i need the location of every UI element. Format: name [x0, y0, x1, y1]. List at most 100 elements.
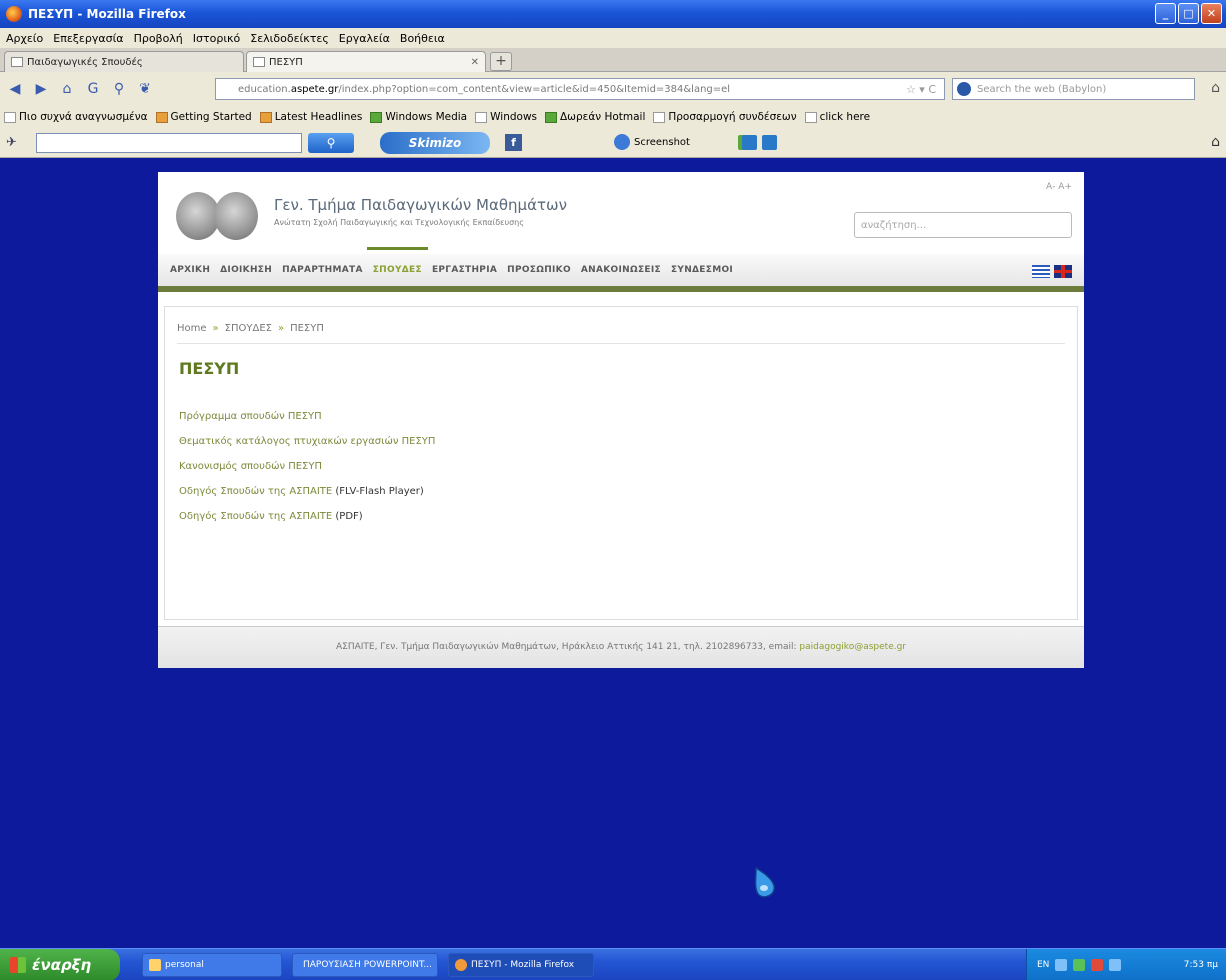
nav-staff[interactable]: ΠΡΟΣΩΠΙΚΟ [507, 265, 571, 275]
window-controls: _ □ ✕ [1155, 3, 1222, 24]
article-content: Home » ΣΠΟΥΔΕΣ » ΠΕΣΥΠ ΠΕΣΥΠ Πρόγραμμα σ… [164, 306, 1078, 620]
start-label: έναρξη [32, 956, 92, 974]
toolbar-home-icon[interactable]: ⌂ [1211, 134, 1220, 150]
bookmark-most-visited[interactable]: Πιο συχνά αναγνωσμένα [4, 111, 148, 123]
bookmark-latest-headlines[interactable]: Latest Headlines [259, 111, 362, 123]
taskbar-item-folder[interactable]: personal [142, 953, 282, 977]
url-domain: aspete.gr [290, 83, 339, 95]
home-icon[interactable]: ⌂ [1211, 80, 1220, 96]
link-study-program[interactable]: Πρόγραμμα σπουδών ΠΕΣΥΠ [179, 411, 435, 422]
menu-bookmarks[interactable]: Σελιδοδείκτες [250, 32, 329, 45]
link-study-regulations[interactable]: Κανονισμός σπουδών ΠΕΣΥΠ [179, 461, 435, 472]
toolbar-logo-icon[interactable]: ✈ [6, 135, 17, 150]
window-title: ΠΕΣΥΠ - Mozilla Firefox [28, 7, 186, 21]
nav-studies[interactable]: ΣΠΟΥΔΕΣ [366, 247, 429, 275]
language-indicator[interactable]: EN [1037, 960, 1049, 970]
taskbar-item-firefox[interactable]: ΠΕΣΥΠ - Mozilla Firefox [448, 953, 594, 977]
forward-arrow-icon[interactable]: ▶ [30, 78, 52, 100]
footer-email-link[interactable]: paidagogiko@aspete.gr [799, 642, 906, 652]
nav-home[interactable]: ΑΡΧΙΚΗ [170, 265, 210, 275]
nav-branches[interactable]: ΠΑΡΑΡΤΗΜΑΤΑ [282, 265, 363, 275]
web-search-placeholder: Search the web (Babylon) [977, 83, 1107, 95]
windows-logo-icon [10, 957, 26, 973]
breadcrumb-separator: » [277, 323, 285, 334]
nav-administration[interactable]: ΔΙΟΙΚΗΣΗ [220, 265, 272, 275]
breadcrumb-separator: » [212, 323, 219, 334]
volume-icon[interactable] [1109, 959, 1122, 971]
site-subtitle: Ανώτατη Σχολή Παιδαγωγικής και Τεχνολογι… [274, 218, 524, 227]
addon-toolbar: ✈ ⚲ Skimizo f Screenshot ⌂ [0, 128, 1226, 158]
web-search-field[interactable]: Search the web (Babylon) [952, 78, 1195, 100]
taskbar-item-powerpoint[interactable]: ΠΑΡΟΥΣΙΑΣΗ POWERPOINT... [292, 953, 438, 977]
skimizo-button[interactable]: Skimizo [380, 132, 490, 154]
link-study-guide-flv[interactable]: Οδηγός Σπουδών της ΑΣΠΑΙΤΕ (FLV-Flash Pl… [179, 486, 435, 497]
breadcrumb-home[interactable]: Home [177, 323, 207, 334]
bookmark-customize-links[interactable]: Προσαρμογή συνδέσεων [653, 111, 797, 123]
bookmark-windows[interactable]: Windows [475, 111, 537, 123]
bookmark-windows-media[interactable]: Windows Media [370, 111, 467, 123]
site-search-input[interactable]: αναζήτηση... [854, 212, 1072, 238]
aspete-logo[interactable] [176, 192, 260, 240]
leaf-icon[interactable]: ❦ [134, 78, 156, 100]
twitter-icon[interactable] [742, 135, 757, 150]
close-button[interactable]: ✕ [1201, 3, 1222, 24]
security-icon[interactable] [1073, 959, 1086, 971]
font-size-controls[interactable]: Α- Α+ [1046, 182, 1072, 192]
bookmark-click-here[interactable]: click here [804, 111, 870, 123]
breadcrumb-studies[interactable]: ΣΠΟΥΔΕΣ [225, 323, 272, 334]
network-icon[interactable] [1055, 959, 1068, 971]
screenshot-icon [614, 134, 630, 150]
bookmark-hotmail[interactable]: Δωρεάν Hotmail [545, 111, 645, 123]
firefox-icon [6, 6, 22, 22]
screenshot-button[interactable]: Screenshot [614, 134, 690, 150]
facebook-icon[interactable]: f [505, 134, 522, 151]
divider [177, 343, 1065, 344]
home-small-icon[interactable]: ⌂ [56, 78, 78, 100]
menu-history[interactable]: Ιστορικό [193, 32, 241, 45]
link-thesis-catalog[interactable]: Θεματικός κατάλογος πτυχιακών εργασιών Π… [179, 436, 435, 447]
bookmarks-toolbar: Πιο συχνά αναγνωσμένα Getting Started La… [0, 106, 1226, 128]
tab-paidagogikes[interactable]: Παιδαγωγικές Σπουδές [4, 51, 244, 72]
minimize-button[interactable]: _ [1155, 3, 1176, 24]
antivirus-icon[interactable] [1091, 959, 1104, 971]
toolbar-search-input[interactable] [36, 133, 302, 153]
tab-bar: Παιδαγωγικές Σπουδές ΠΕΣΥΠ ✕ + [0, 48, 1226, 72]
new-tab-button[interactable]: + [490, 52, 512, 71]
nav-links[interactable]: ΣΥΝΔΕΣΜΟΙ [671, 265, 733, 275]
tab-pesyp[interactable]: ΠΕΣΥΠ ✕ [246, 51, 486, 72]
google-icon[interactable]: G [82, 78, 104, 100]
menu-file[interactable]: Αρχείο [6, 32, 43, 45]
menu-view[interactable]: Προβολή [134, 32, 183, 45]
tab-label: Παιδαγωγικές Σπουδές [27, 56, 143, 68]
linkedin-icon[interactable] [762, 135, 777, 150]
tab-label: ΠΕΣΥΠ [269, 56, 303, 68]
magnifier-icon[interactable]: ⚲ [108, 78, 130, 100]
url-prefix: education. [238, 83, 291, 95]
greek-flag-icon[interactable] [1032, 265, 1050, 278]
nav-announcements[interactable]: ΑΝΑΚΟΙΝΩΣΕΙΣ [581, 265, 661, 275]
document-links: Πρόγραμμα σπουδών ΠΕΣΥΠ Θεματικός κατάλο… [179, 411, 435, 522]
site-search-placeholder: αναζήτηση... [861, 219, 927, 231]
nav-labs[interactable]: ΕΡΓΑΣΤΗΡΙΑ [432, 265, 497, 275]
site-title: Γεν. Τμήμα Παιδαγωγικών Μαθημάτων [274, 196, 567, 214]
language-flags [1032, 265, 1072, 278]
tab-close-icon[interactable]: ✕ [471, 57, 479, 68]
menu-tools[interactable]: Εργαλεία [339, 32, 390, 45]
menu-help[interactable]: Βοήθεια [400, 32, 445, 45]
menu-edit[interactable]: Επεξεργασία [53, 32, 123, 45]
maximize-button[interactable]: □ [1178, 3, 1199, 24]
link-study-guide-pdf[interactable]: Οδηγός Σπουδών της ΑΣΠΑΙΤΕ (PDF) [179, 511, 435, 522]
bookmark-getting-started[interactable]: Getting Started [155, 111, 252, 123]
search-engine-icon[interactable] [957, 82, 971, 96]
footer-address: ΑΣΠΑΙΤΕ, Γεν. Τμήμα Παιδαγωγικών Μαθημάτ… [335, 642, 797, 652]
start-button[interactable]: έναρξη [0, 949, 120, 980]
windows-taskbar: έναρξη personal ΠΑΡΟΥΣΙΑΣΗ POWERPOINT...… [0, 948, 1226, 980]
uk-flag-icon[interactable] [1054, 265, 1072, 278]
bookmark-star-icon[interactable]: ☆ ▾ C [906, 83, 936, 96]
address-bar[interactable]: education. aspete.gr/index.php?option=com… [215, 78, 945, 100]
breadcrumb-current: ΠΕΣΥΠ [290, 323, 324, 334]
page-title: ΠΕΣΥΠ [179, 359, 240, 378]
back-arrow-icon[interactable]: ◀ [4, 78, 26, 100]
page-icon [253, 57, 265, 67]
toolbar-search-button[interactable]: ⚲ [308, 133, 354, 153]
